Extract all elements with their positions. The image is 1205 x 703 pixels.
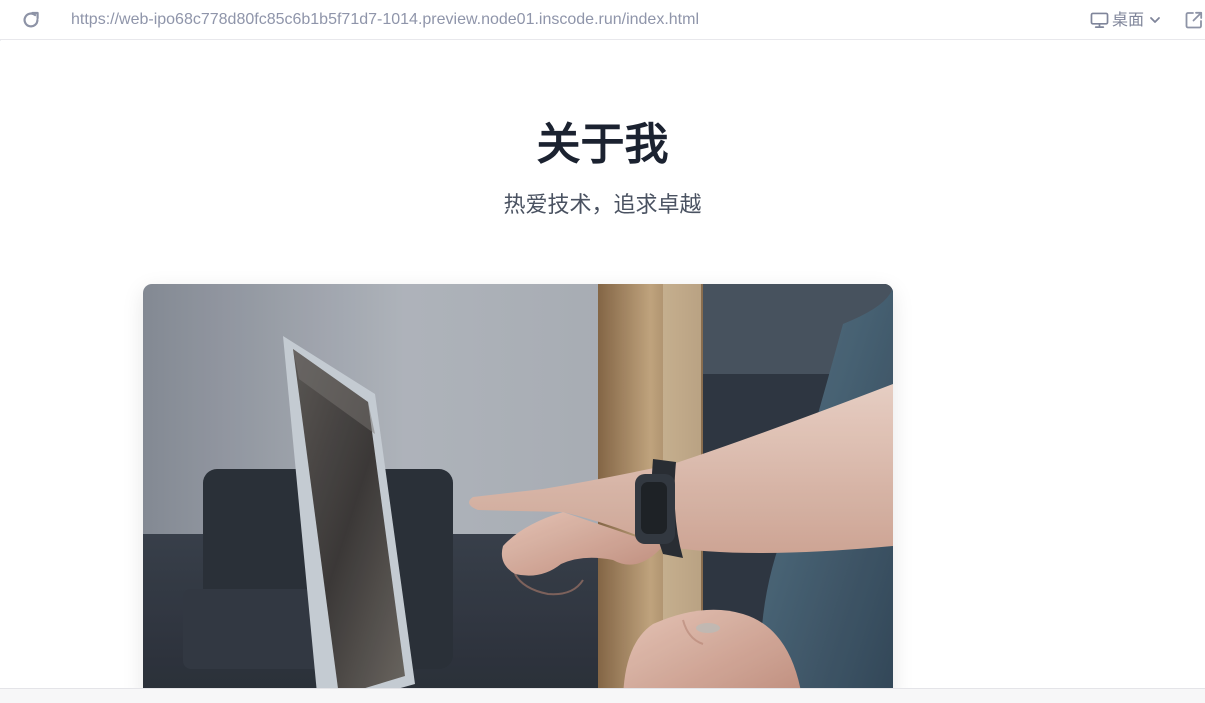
chevron-down-icon: [1150, 17, 1160, 23]
address-bar-url[interactable]: https://web-ipo68c778d80fc85c6b1b5f71d7-…: [71, 10, 699, 30]
open-external-icon[interactable]: [1185, 11, 1203, 29]
page-viewport: 关于我 热爱技术，追求卓越: [0, 41, 1205, 688]
monitor-icon: [1090, 12, 1109, 28]
device-mode-select[interactable]: 桌面: [1090, 9, 1161, 31]
hero-photo-illustration: [143, 284, 893, 688]
page-title: 关于我: [536, 119, 669, 170]
reload-icon[interactable]: [20, 9, 42, 31]
bottom-scroll-strip: [0, 688, 1205, 703]
hero-photo: [143, 284, 893, 688]
browser-toolbar: https://web-ipo68c778d80fc85c6b1b5f71d7-…: [0, 0, 1205, 40]
device-mode-label: 桌面: [1112, 10, 1145, 29]
page-subtitle: 热爱技术，追求卓越: [503, 193, 702, 218]
